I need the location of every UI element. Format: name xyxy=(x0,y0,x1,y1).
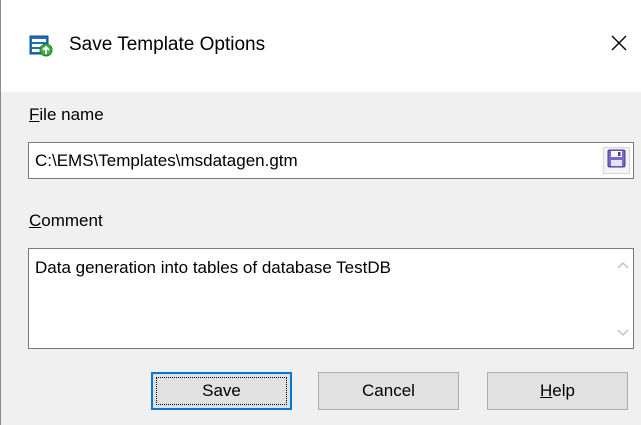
chevron-down-icon xyxy=(617,324,629,342)
help-button[interactable]: Help xyxy=(487,372,628,410)
comment-value: Data generation into tables of database … xyxy=(35,258,391,277)
browse-save-file-button[interactable] xyxy=(603,147,630,174)
help-button-label-text: elp xyxy=(552,381,575,400)
comment-scrollbar[interactable] xyxy=(613,249,633,348)
comment-label: Comment xyxy=(29,211,103,231)
save-template-options-dialog: Save Template Options File name C:\EMS\T… xyxy=(0,0,641,425)
file-name-label-accelerator: F xyxy=(29,105,40,124)
chevron-up-icon xyxy=(617,256,629,274)
file-name-label: File name xyxy=(29,105,104,125)
scroll-up-button[interactable] xyxy=(613,255,633,275)
close-button[interactable] xyxy=(599,27,639,63)
file-name-label-text: ile name xyxy=(39,105,104,124)
help-button-accelerator: H xyxy=(540,381,553,400)
save-template-app-icon xyxy=(28,33,54,59)
comment-textarea[interactable]: Data generation into tables of database … xyxy=(28,248,634,349)
floppy-disk-icon xyxy=(607,149,626,173)
help-button-label: Help xyxy=(540,381,575,401)
save-button-label: Save xyxy=(202,381,241,400)
dialog-title: Save Template Options xyxy=(69,34,266,55)
dialog-body: File name C:\EMS\Templates\msdatagen.gtm… xyxy=(1,92,641,425)
comment-label-text: omment xyxy=(41,211,103,230)
cancel-button-label: Cancel xyxy=(362,381,415,400)
save-button[interactable]: Save xyxy=(151,372,292,410)
title-bar[interactable]: Save Template Options xyxy=(1,0,641,92)
cancel-button[interactable]: Cancel xyxy=(318,372,459,410)
comment-label-accelerator: C xyxy=(29,211,42,230)
scroll-down-button[interactable] xyxy=(613,323,633,343)
file-name-value: C:\EMS\Templates\msdatagen.gtm xyxy=(35,151,298,170)
file-name-field[interactable]: C:\EMS\Templates\msdatagen.gtm xyxy=(28,142,634,179)
close-icon xyxy=(610,34,628,57)
